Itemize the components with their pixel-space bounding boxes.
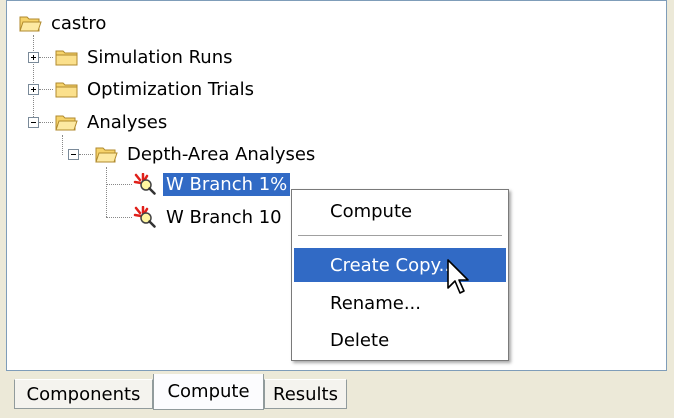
menu-item-label: Rename... — [330, 292, 421, 314]
tree-node-analyses[interactable]: Analyses — [55, 109, 170, 135]
menu-item-rename[interactable]: Rename... — [294, 286, 506, 320]
tab-components[interactable]: Components — [14, 379, 153, 409]
tree-node-w-branch-10[interactable]: W Branch 10 — [133, 204, 285, 230]
tree-connector — [33, 35, 34, 123]
menu-item-label: Delete — [330, 329, 390, 351]
tree-node-label: Depth-Area Analyses — [127, 143, 316, 165]
tree-connector — [106, 184, 132, 185]
folder-icon — [55, 50, 78, 65]
folder-icon — [55, 82, 78, 97]
menu-item-label: Compute — [330, 200, 413, 222]
tree-node-optimization-trials[interactable]: Optimization Trials — [55, 76, 257, 102]
tree-node-label: Analyses — [87, 111, 168, 133]
tree-node-label: W Branch 1% — [163, 172, 291, 196]
tree-node-label: Simulation Runs — [87, 46, 233, 68]
tab-compute[interactable]: Compute — [153, 374, 264, 410]
tree-connector — [39, 89, 53, 90]
collapse-depth-area-analyses-toggle[interactable] — [68, 149, 79, 160]
tab-label: Compute — [167, 381, 250, 402]
tab-results[interactable]: Results — [264, 379, 347, 409]
tree-node-simulation-runs[interactable]: Simulation Runs — [55, 44, 236, 70]
menu-item-create-copy[interactable]: Create Copy... — [294, 248, 506, 282]
collapse-analyses-toggle[interactable] — [28, 117, 39, 128]
tree-connector — [39, 122, 53, 123]
tree-node-depth-area-analyses[interactable]: Depth-Area Analyses — [95, 141, 318, 167]
tree-node-castro[interactable]: castro — [19, 10, 109, 36]
menu-separator — [298, 235, 502, 237]
tree-node-label: Optimization Trials — [87, 78, 255, 100]
expand-optimization-trials-toggle[interactable] — [28, 84, 39, 95]
tree-node-label: castro — [51, 12, 107, 34]
folder-open-icon — [19, 16, 42, 31]
menu-item-label: Create Copy... — [330, 254, 456, 276]
tree-connector — [62, 135, 63, 155]
tree-node-label: W Branch 10 — [166, 206, 282, 228]
tab-label: Components — [26, 383, 141, 405]
depth-area-analysis-icon — [133, 173, 156, 195]
tab-label: Results — [273, 383, 338, 405]
context-menu: Compute Create Copy... Rename... Delete — [291, 189, 509, 361]
menu-item-compute[interactable]: Compute — [294, 194, 506, 228]
tree-connector — [79, 154, 93, 155]
folder-open-icon — [55, 115, 78, 130]
depth-area-analysis-icon — [133, 206, 156, 228]
menu-item-delete[interactable]: Delete — [294, 323, 506, 357]
folder-open-icon — [95, 147, 118, 162]
expand-simulation-runs-toggle[interactable] — [28, 52, 39, 63]
mouse-pointer-icon — [447, 259, 469, 294]
tree-connector — [39, 57, 53, 58]
tree-connector — [106, 167, 107, 217]
tree-node-w-branch-1[interactable]: W Branch 1% — [133, 171, 291, 197]
tree-connector — [106, 217, 132, 218]
